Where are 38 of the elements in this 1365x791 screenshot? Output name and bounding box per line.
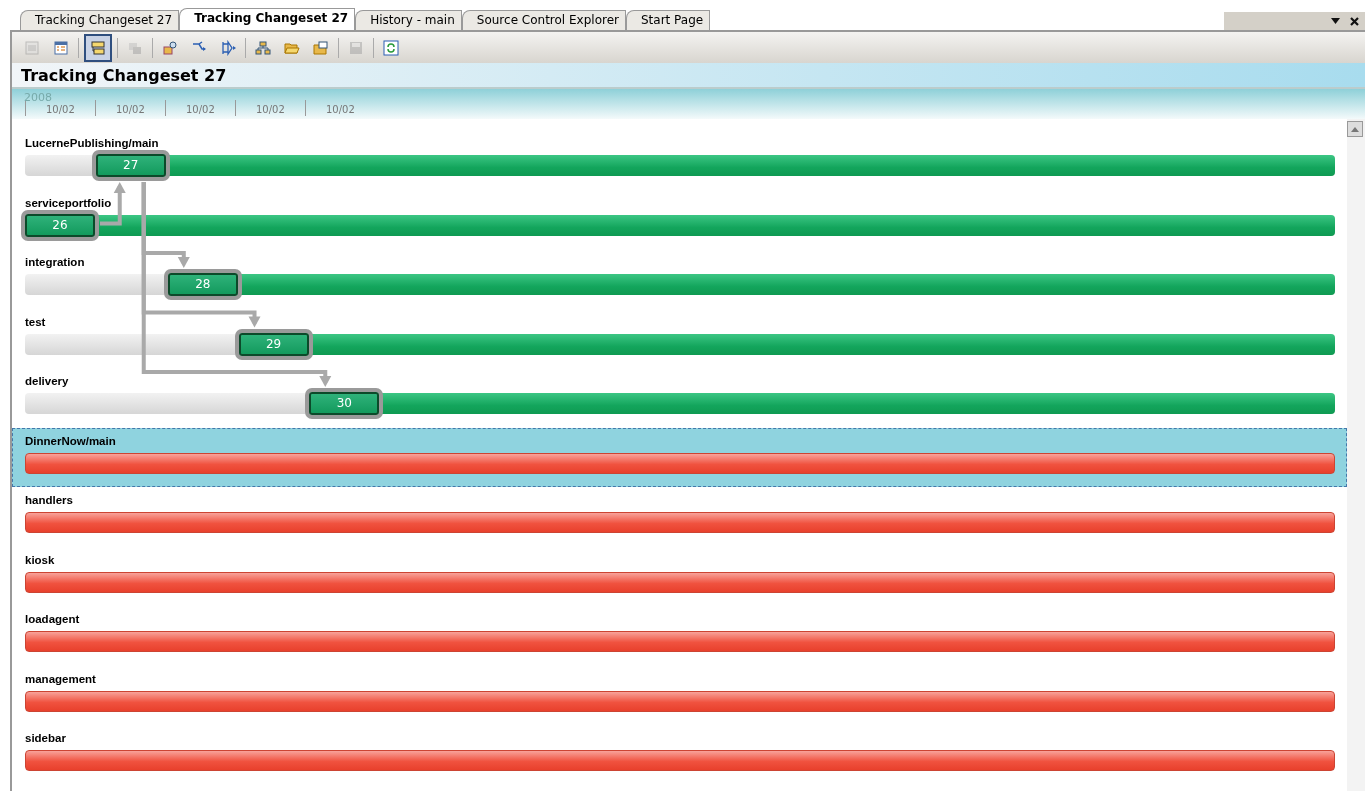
branch-name: loadagent xyxy=(25,612,80,627)
view-title: Tracking Changeset 27 xyxy=(21,65,227,85)
hierarchy-icon xyxy=(255,39,271,56)
save-icon xyxy=(348,39,364,56)
selected-row-highlight[interactable]: DinnerNow/main xyxy=(12,427,1347,487)
refresh-icon xyxy=(383,39,399,56)
document-tab[interactable]: History - main xyxy=(355,10,462,30)
merge-arrow-icon xyxy=(220,39,236,56)
date-column-label: 10/02 xyxy=(95,100,165,116)
branch-name: integration xyxy=(25,255,85,270)
document-tab[interactable]: Tracking Changeset 27 xyxy=(20,10,180,30)
branch-name: handlers xyxy=(25,493,73,508)
document-tab[interactable]: Start Page xyxy=(626,10,711,30)
branch-name: DinnerNow/main xyxy=(25,433,116,449)
folder-search-icon xyxy=(162,39,178,56)
branch-name: LucernePublishing/main xyxy=(25,136,159,151)
up-arrow-icon xyxy=(1351,126,1359,132)
list-icon xyxy=(24,39,40,56)
timeline-icon xyxy=(90,39,106,56)
folder-properties-icon xyxy=(313,39,329,56)
scrollbar[interactable] xyxy=(1347,119,1365,791)
branch-name: serviceportfolio xyxy=(25,195,112,211)
branch-name: test xyxy=(25,314,46,330)
branch-name: kiosk xyxy=(25,552,55,568)
branch-name: delivery xyxy=(25,374,69,389)
toolbar-button[interactable] xyxy=(84,33,112,62)
scroll-up-button[interactable] xyxy=(1347,121,1363,137)
date-column-label: 10/02 xyxy=(305,100,375,116)
branch-name: sidebar xyxy=(25,731,66,746)
date-column-label: 10/02 xyxy=(165,100,235,116)
document-tab[interactable]: Source Control Explorer xyxy=(461,10,626,30)
date-column-label: 10/02 xyxy=(235,100,305,116)
details-icon xyxy=(53,39,69,56)
branch-name: management xyxy=(25,671,96,687)
dropdown-icon[interactable] xyxy=(1331,18,1340,24)
document-tab[interactable]: Tracking Changeset 27 xyxy=(179,8,356,30)
date-column-label: 10/02 xyxy=(25,100,95,116)
close-icon[interactable] xyxy=(1350,16,1359,26)
